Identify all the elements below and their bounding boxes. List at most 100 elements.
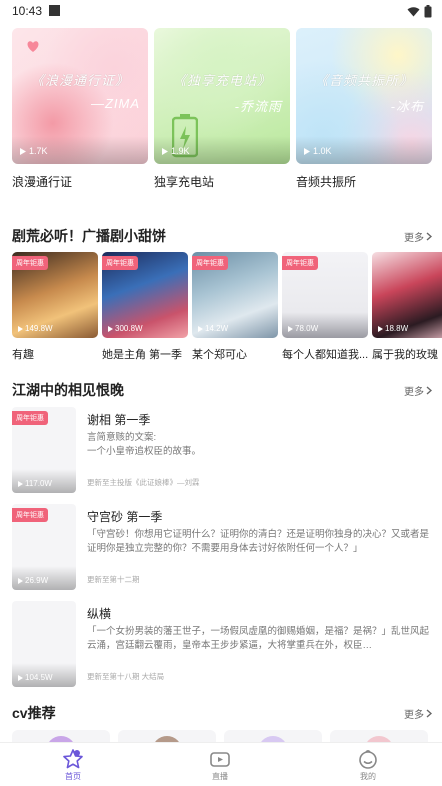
more-label: 更多 (404, 710, 424, 721)
featured-cover: 《浪漫通行证》 —ZIMA 1.7K (12, 28, 148, 164)
drama-label: 有趣 (12, 349, 34, 361)
play-icon (108, 325, 113, 332)
play-icon (378, 325, 383, 332)
drama-card[interactable]: 周年钜惠 14.2W 某个郑可心 (192, 252, 278, 362)
play-count-value: 104.5W (25, 673, 53, 682)
chevron-right-icon (426, 232, 432, 241)
profile-face-icon (359, 750, 377, 769)
drama-cover: 周年钜惠 149.8W (12, 252, 98, 338)
list-cover: 周年钜惠 26.9W (12, 504, 76, 590)
chevron-right-icon (426, 709, 432, 718)
featured-cover-title: 《浪漫通行证》 (30, 73, 129, 88)
promo-badge: 周年钜惠 (192, 256, 228, 270)
play-count-value: 14.2W (205, 324, 229, 333)
play-count-value: 300.8W (115, 324, 143, 333)
drama-label: 每个人都知道我... (282, 349, 368, 361)
play-count: 26.9W (18, 576, 48, 585)
drama-cover: 周年钜惠 300.8W (102, 252, 188, 338)
section-more-button[interactable]: 更多 (404, 229, 432, 244)
nav-home[interactable]: 首页 (43, 748, 103, 782)
list-update-info: 更新至第十八期 大结局 (87, 672, 165, 681)
nav-label: 我的 (360, 772, 376, 781)
play-count-value: 78.0W (295, 324, 319, 333)
play-icon (20, 147, 26, 155)
drama-label: 某个郑可心 (192, 349, 247, 361)
drama-cover: 18.8W (372, 252, 442, 338)
promo-badge: 周年钜惠 (12, 256, 48, 270)
play-icon (18, 480, 23, 487)
play-count: 300.8W (108, 324, 143, 333)
chevron-right-icon (426, 386, 432, 395)
featured-label: 独享充电站 (154, 175, 215, 189)
featured-cover-author: -冰布 (390, 99, 424, 114)
featured-cover-title: 《音频共振所》 (314, 73, 413, 88)
drama-card[interactable]: 18.8W 属于我的玫瑰 (372, 252, 442, 362)
featured-cover: 《独享充电站》 -乔流雨 1.9K (154, 28, 290, 164)
play-icon (18, 325, 23, 332)
play-count-value: 149.8W (25, 324, 53, 333)
list-item[interactable]: 104.5W 纵横 「一个女扮男装的藩王世子，一场假凤虚凰的御赐婚姻，是福？是祸… (12, 601, 432, 687)
list-item[interactable]: 周年钜惠 26.9W 守宫砂 第一季 「守宫砂！你想用它证明什么？证明你的清白？… (12, 504, 432, 590)
featured-cover-author: -乔流雨 (234, 99, 282, 114)
live-tv-icon (210, 752, 230, 767)
nav-profile[interactable]: 我的 (338, 748, 398, 782)
list-item[interactable]: 周年钜惠 117.0W 谢相 第一季 言简意赅的文案: 一个小皇帝追权臣的故事。… (12, 407, 432, 493)
drama-label: 属于我的玫瑰 (372, 349, 438, 361)
play-count-value: 1.7K (29, 146, 48, 156)
promo-badge: 周年钜惠 (12, 411, 48, 425)
play-icon (18, 674, 23, 681)
play-count: 18.8W (378, 324, 408, 333)
play-count: 1.0K (304, 146, 332, 156)
play-icon (304, 147, 310, 155)
featured-cover-title: 《独享充电站》 (172, 73, 271, 88)
play-icon (198, 325, 203, 332)
nav-live[interactable]: 直播 (190, 748, 250, 782)
status-indicators (407, 5, 432, 18)
play-count: 149.8W (18, 324, 53, 333)
drama-label: 她是主角 第一季 (102, 349, 183, 361)
bottom-nav: 首页 直播 我的 (0, 742, 442, 786)
list-title: 守宫砂 第一季 (87, 510, 163, 524)
featured-card[interactable]: 《浪漫通行证》 —ZIMA 1.7K 浪漫通行证 (12, 28, 148, 190)
drama-card[interactable]: 周年钜惠 300.8W 她是主角 第一季 (102, 252, 188, 362)
play-count: 78.0W (288, 324, 318, 333)
drama-card[interactable]: 周年钜惠 149.8W 有趣 (12, 252, 98, 362)
play-count: 1.7K (20, 146, 48, 156)
list-cover: 104.5W (12, 601, 76, 687)
list-description: 「一个女扮男装的藩王世子，一场假凤虚凰的御赐婚姻，是福？是祸？」乱世风起云涌，宫… (87, 626, 430, 651)
status-bar: 10:43 (0, 0, 442, 22)
play-count-value: 26.9W (25, 576, 49, 585)
list-description: 「守宫砂！你想用它证明什么？证明你的清白？还是证明你独身的决心？又或者是证明你是… (87, 529, 430, 554)
play-icon (288, 325, 293, 332)
section-title: 江湖中的相见恨晚 (12, 382, 124, 398)
more-label: 更多 (404, 387, 424, 398)
featured-cover-author: —ZIMA (90, 96, 140, 111)
play-count-value: 18.8W (385, 324, 409, 333)
play-count: 104.5W (18, 673, 53, 682)
play-count-value: 1.0K (313, 146, 332, 156)
play-count-value: 117.0W (25, 479, 52, 488)
featured-label: 浪漫通行证 (12, 175, 73, 189)
play-count: 14.2W (198, 324, 228, 333)
list-description: 言简意赅的文案: 一个小皇帝追权臣的故事。 (87, 432, 202, 457)
section-more-button[interactable]: 更多 (404, 383, 432, 398)
section-title: 剧荒必听！广播剧小甜饼 (12, 228, 166, 244)
list-title: 谢相 第一季 (87, 413, 151, 427)
drama-card[interactable]: 周年钜惠 78.0W 每个人都知道我... (282, 252, 368, 362)
featured-cover: 《音频共振所》 -冰布 1.0K (296, 28, 432, 164)
section-title: cv推荐 (12, 705, 56, 721)
play-icon (18, 577, 23, 584)
featured-card[interactable]: 《音频共振所》 -冰布 1.0K 音频共振所 (296, 28, 432, 190)
featured-card[interactable]: 《独享充电站》 -乔流雨 1.9K 独享充电站 (154, 28, 290, 190)
promo-badge: 周年钜惠 (102, 256, 138, 270)
list-update-info: 更新至第十二期 (87, 575, 140, 584)
list-update-info: 更新至主投版《此证娘棒》—刘霖 (87, 478, 200, 487)
home-star-icon (63, 749, 83, 769)
nav-label: 首页 (65, 772, 81, 781)
nav-label: 直播 (212, 772, 228, 781)
heart-icon (27, 41, 39, 52)
promo-badge: 周年钜惠 (12, 508, 48, 522)
play-count: 1.9K (162, 146, 190, 156)
list-cover: 周年钜惠 117.0W (12, 407, 76, 493)
section-more-button[interactable]: 更多 (404, 706, 432, 721)
